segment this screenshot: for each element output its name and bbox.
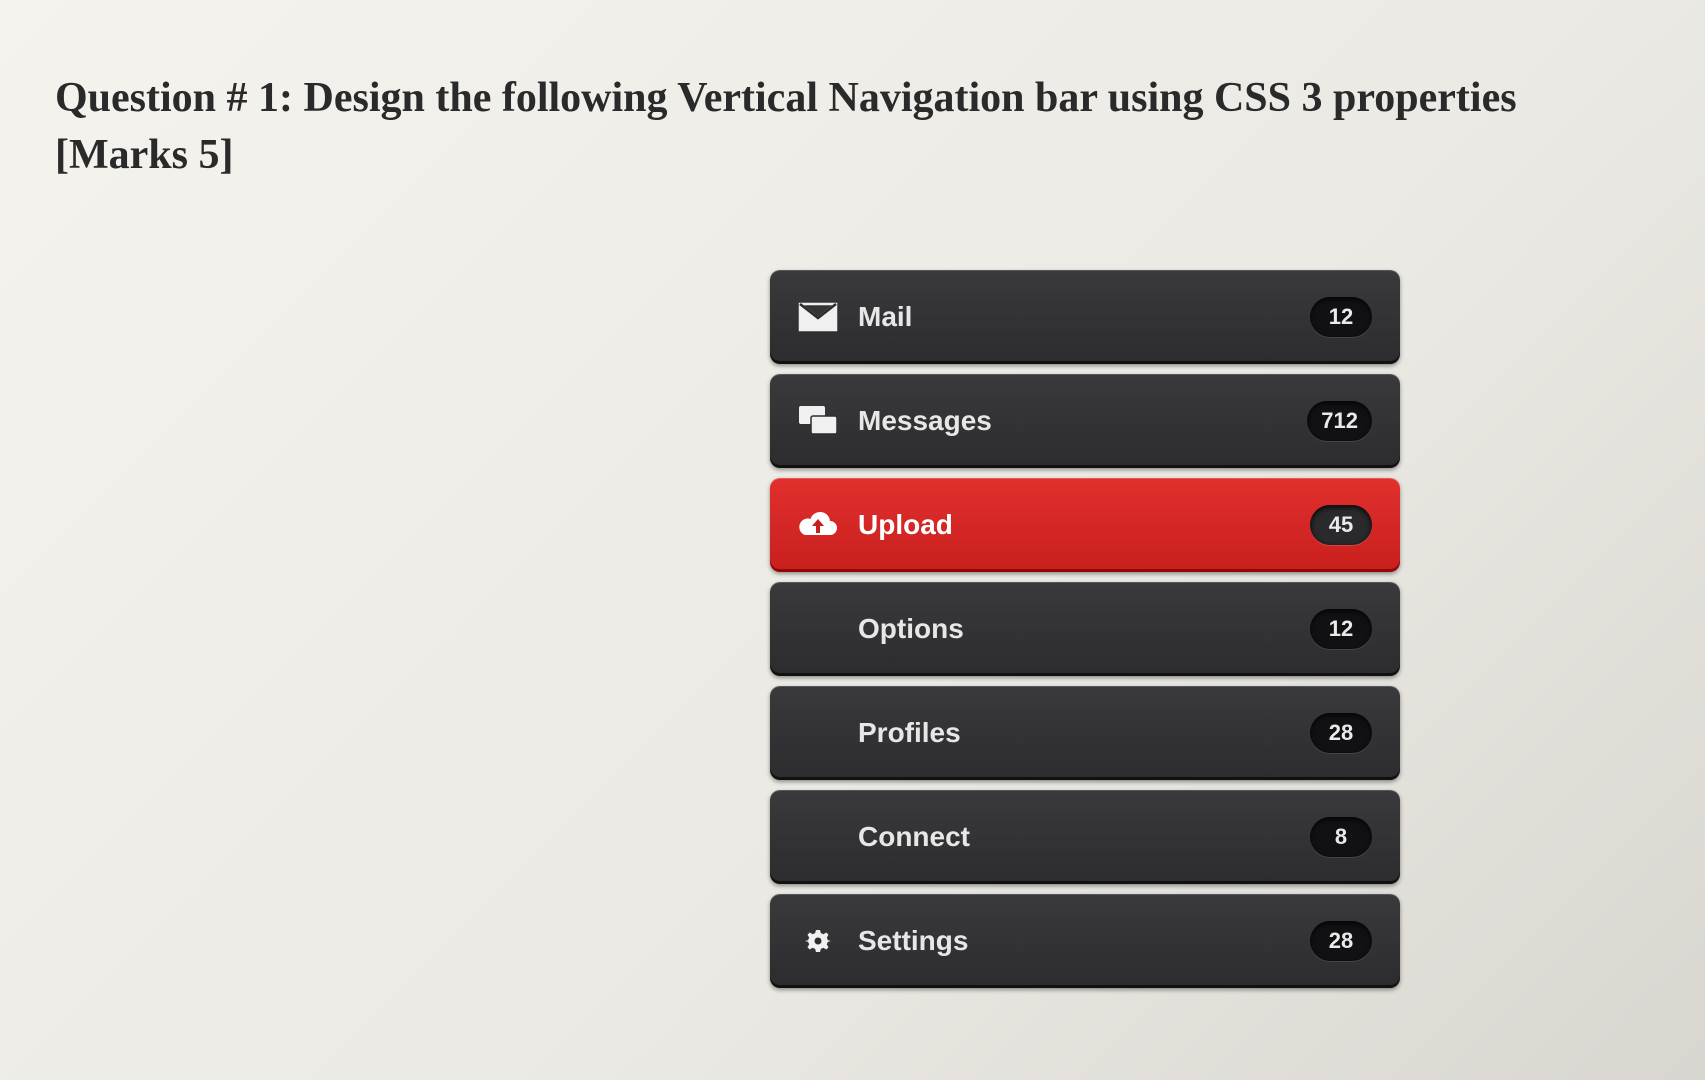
nav-badge: 712 <box>1307 401 1372 441</box>
nav-label: Upload <box>846 509 1310 541</box>
upload-icon <box>790 509 846 541</box>
nav-label: Connect <box>790 821 1310 853</box>
messages-icon <box>790 406 846 436</box>
nav-label: Messages <box>846 405 1307 437</box>
nav-badge: 12 <box>1310 609 1372 649</box>
vertical-navbar: Mail 12 Messages 712 Upload 45 Options 1… <box>770 270 1400 988</box>
gear-icon <box>790 924 846 958</box>
nav-label: Profiles <box>790 717 1310 749</box>
nav-label: Options <box>790 613 1310 645</box>
nav-item-connect[interactable]: Connect 8 <box>770 790 1400 884</box>
nav-item-profiles[interactable]: Profiles 28 <box>770 686 1400 780</box>
nav-item-messages[interactable]: Messages 712 <box>770 374 1400 468</box>
nav-badge: 12 <box>1310 297 1372 337</box>
mail-icon <box>790 302 846 332</box>
nav-label: Mail <box>846 301 1310 333</box>
question-line2: [Marks 5] <box>55 132 233 178</box>
nav-item-options[interactable]: Options 12 <box>770 582 1400 676</box>
nav-item-settings[interactable]: Settings 28 <box>770 894 1400 988</box>
nav-item-mail[interactable]: Mail 12 <box>770 270 1400 364</box>
nav-badge: 28 <box>1310 713 1372 753</box>
nav-badge: 45 <box>1310 505 1372 545</box>
nav-badge: 8 <box>1310 817 1372 857</box>
question-line1: Question # 1: Design the following Verti… <box>55 75 1517 121</box>
question-text: Question # 1: Design the following Verti… <box>55 70 1645 183</box>
nav-item-upload[interactable]: Upload 45 <box>770 478 1400 572</box>
nav-badge: 28 <box>1310 921 1372 961</box>
nav-label: Settings <box>846 925 1310 957</box>
